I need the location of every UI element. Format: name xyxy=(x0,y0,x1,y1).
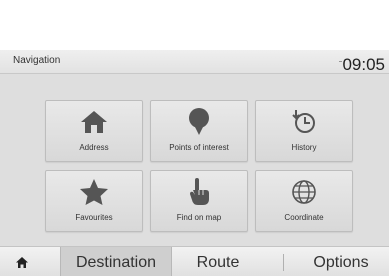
history-clock-icon xyxy=(256,107,352,137)
coordinate-label: Coordinate xyxy=(284,213,324,222)
star-icon xyxy=(46,177,142,207)
bottom-nav-bar: Destination Route Options xyxy=(0,246,389,276)
coordinate-button[interactable]: Coordinate xyxy=(255,170,353,232)
home-icon xyxy=(16,256,28,268)
find-on-map-button[interactable]: Find on map xyxy=(150,170,248,232)
tab-divider xyxy=(283,254,284,271)
pointing-hand-icon xyxy=(151,177,247,207)
status-bar: Navigation ․․․09:05 xyxy=(0,50,389,74)
poi-marker-icon xyxy=(151,107,247,137)
history-button[interactable]: History xyxy=(255,100,353,162)
home-icon xyxy=(46,107,142,137)
signal-indicator: ․․․ xyxy=(338,58,342,64)
clock-time: 09:05 xyxy=(342,55,385,74)
points-of-interest-label: Points of interest xyxy=(169,143,229,152)
points-of-interest-button[interactable]: Points of interest xyxy=(150,100,248,162)
address-button[interactable]: Address xyxy=(45,100,143,162)
tab-route[interactable]: Route xyxy=(172,247,264,276)
tab-options[interactable]: Options xyxy=(296,247,386,276)
history-label: History xyxy=(291,143,317,152)
favourites-button[interactable]: Favourites xyxy=(45,170,143,232)
home-button[interactable] xyxy=(0,247,44,276)
tab-destination[interactable]: Destination xyxy=(60,247,172,276)
address-label: Address xyxy=(79,143,109,152)
clock: ․․․09:05 xyxy=(338,50,385,76)
find-on-map-label: Find on map xyxy=(176,213,222,222)
screen-title: Navigation xyxy=(13,55,61,66)
globe-icon xyxy=(256,177,352,207)
navigation-screen: Navigation ․․․09:05 Address Points of in… xyxy=(0,50,389,276)
destination-menu: Address Points of interest History Favou… xyxy=(0,74,389,246)
favourites-label: Favourites xyxy=(75,213,113,222)
